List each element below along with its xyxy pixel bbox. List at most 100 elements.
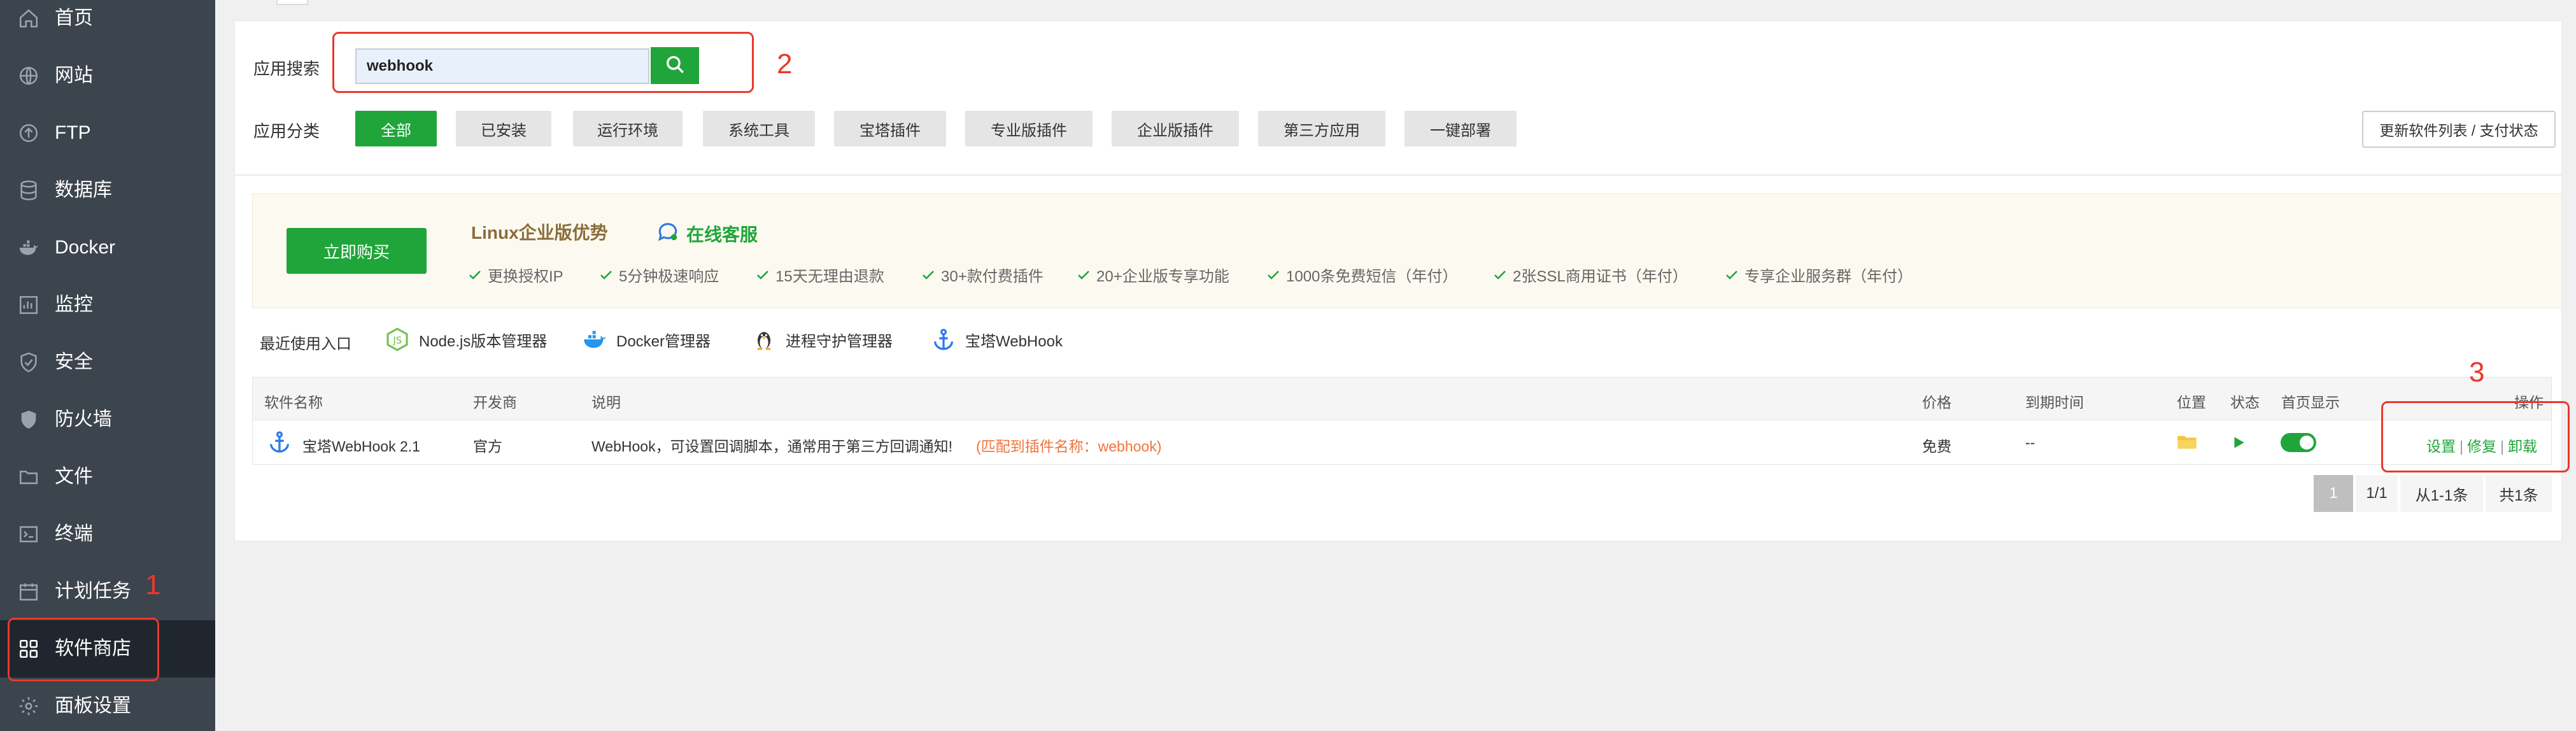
category-pro-plugins[interactable]: 专业版插件 xyxy=(965,111,1093,146)
sidebar-item-firewall[interactable]: 防火墙 xyxy=(0,391,215,448)
header-description: 说明 xyxy=(591,394,621,411)
category-third-party[interactable]: 第三方应用 xyxy=(1258,111,1385,146)
tab-stub xyxy=(276,0,308,5)
svg-text:JS: JS xyxy=(392,335,402,346)
sidebar-item-label: 防火墙 xyxy=(55,409,112,430)
sidebar-item-label: 终端 xyxy=(55,523,93,544)
sidebar-item-label: 计划任务 xyxy=(55,581,131,602)
anchor-icon xyxy=(267,429,292,458)
feature-item: 20+企业版专享功能 xyxy=(1076,264,1229,286)
page-current[interactable]: 1 xyxy=(2314,475,2353,512)
table-header: 软件名称 开发商 说明 价格 到期时间 位置 状态 首页显示 操作 xyxy=(252,377,2552,420)
online-service-link[interactable]: 在线客服 xyxy=(656,219,758,248)
check-icon xyxy=(923,270,934,280)
sidebar-item-label: 网站 xyxy=(55,65,93,86)
recent-label: 最近使用入口 xyxy=(260,336,351,353)
category-bt-plugins[interactable]: 宝塔插件 xyxy=(834,111,946,146)
sidebar-item-home[interactable]: 首页 xyxy=(0,0,215,47)
annotation-number-2: 2 xyxy=(777,48,793,80)
docker-icon xyxy=(584,330,606,348)
recent-item-nodejs[interactable]: JS Node.js版本管理器 xyxy=(385,326,547,353)
check-icon xyxy=(1494,270,1506,280)
penguin-icon xyxy=(758,332,770,350)
sidebar-item-label: 面板设置 xyxy=(55,695,131,716)
top-strip xyxy=(215,0,2576,11)
homepage-display-toggle[interactable] xyxy=(2281,433,2316,452)
feature-label: 30+款付费插件 xyxy=(941,268,1044,285)
sidebar-item-website[interactable]: 网站 xyxy=(0,47,215,104)
buy-now-button[interactable]: 立即购买 xyxy=(287,228,427,274)
feature-label: 2张SSL商用证书（年付） xyxy=(1513,268,1688,285)
recent-item-docker[interactable]: Docker管理器 xyxy=(582,326,711,353)
table-row: 宝塔WebHook 2.1 官方 WebHook，可设置回调脚本，通常用于第三方… xyxy=(252,420,2552,465)
plugin-expire: -- xyxy=(2025,434,2035,451)
page-count: 1/1 xyxy=(2356,475,2398,512)
header-expire: 到期时间 xyxy=(2025,394,2084,411)
update-software-list-button[interactable]: 更新软件列表 / 支付状态 xyxy=(2362,111,2556,148)
feature-item: 更换授权IP xyxy=(467,264,563,286)
feature-label: 20+企业版专享功能 xyxy=(1096,268,1229,285)
sidebar-item-cron[interactable]: 计划任务 xyxy=(0,563,215,620)
sidebar-item-panel-settings[interactable]: 面板设置 xyxy=(0,678,215,731)
category-enterprise-plugins[interactable]: 企业版插件 xyxy=(1112,111,1239,146)
folder-icon xyxy=(18,466,39,488)
nodejs-icon: JS xyxy=(386,327,408,351)
recent-item-label: Node.js版本管理器 xyxy=(419,332,548,350)
feature-item: 专享企业服务群（年付） xyxy=(1724,264,1913,286)
category-runtime[interactable]: 运行环境 xyxy=(573,111,683,146)
sidebar-item-label: 数据库 xyxy=(55,180,112,201)
plugin-price: 免费 xyxy=(1922,438,1951,455)
feature-label: 专享企业服务群（年付） xyxy=(1744,268,1913,285)
annotation-number-3: 3 xyxy=(2469,357,2485,388)
annotation-box-1 xyxy=(8,618,159,681)
feature-label: 更换授权IP xyxy=(488,268,563,285)
header-homepage: 首页显示 xyxy=(2281,394,2340,411)
calendar-icon xyxy=(18,581,39,602)
check-icon xyxy=(1078,270,1089,280)
category-one-click-deploy[interactable]: 一键部署 xyxy=(1405,111,1517,146)
home-icon xyxy=(18,8,39,29)
category-system-tools[interactable]: 系统工具 xyxy=(703,111,815,146)
category-all[interactable]: 全部 xyxy=(355,111,437,146)
feature-label: 5分钟极速响应 xyxy=(619,268,719,285)
check-icon xyxy=(757,270,768,280)
sidebar-item-label: 文件 xyxy=(55,466,93,487)
online-service-label: 在线客服 xyxy=(686,224,758,245)
category-installed[interactable]: 已安装 xyxy=(456,111,551,146)
shield-icon xyxy=(18,351,39,373)
sidebar-item-monitor[interactable]: 监控 xyxy=(0,276,215,334)
sidebar-item-security[interactable]: 安全 xyxy=(0,334,215,391)
recent-item-label: Docker管理器 xyxy=(616,332,711,350)
gear-icon xyxy=(18,695,39,717)
check-icon xyxy=(469,270,481,280)
enterprise-banner xyxy=(252,194,2562,308)
header-name: 软件名称 xyxy=(264,394,323,411)
play-icon[interactable] xyxy=(2230,434,2247,454)
header-status: 状态 xyxy=(2230,394,2260,411)
feature-label: 15天无理由退款 xyxy=(775,268,884,285)
header-price: 价格 xyxy=(1922,394,1951,411)
sidebar-item-database[interactable]: 数据库 xyxy=(0,162,215,219)
divider xyxy=(234,174,2562,176)
toggle-knob xyxy=(2300,436,2314,450)
docker-icon xyxy=(18,237,39,259)
sidebar-item-label: Docker xyxy=(55,237,116,258)
feature-item: 2张SSL商用证书（年付） xyxy=(1492,264,1688,286)
plugin-name: 宝塔WebHook 2.1 xyxy=(302,438,420,455)
sidebar-item-docker[interactable]: Docker xyxy=(0,219,215,276)
sidebar-item-label: 安全 xyxy=(55,351,93,373)
terminal-icon xyxy=(18,523,39,545)
page-range: 从1-1条 xyxy=(2400,475,2483,512)
feature-item: 15天无理由退款 xyxy=(755,264,884,286)
banner-title: Linux企业版优势 xyxy=(471,223,608,243)
sidebar-item-ftp[interactable]: FTP xyxy=(0,104,215,162)
page-total: 共1条 xyxy=(2486,475,2552,512)
recent-item-process-guard[interactable]: 进程守护管理器 xyxy=(751,326,893,353)
plugin-developer: 官方 xyxy=(473,438,502,455)
sidebar-item-files[interactable]: 文件 xyxy=(0,448,215,506)
recent-item-webhook[interactable]: 宝塔WebHook xyxy=(931,326,1063,353)
check-icon xyxy=(600,270,612,280)
chat-bubble-icon xyxy=(656,219,686,248)
sidebar-item-terminal[interactable]: 终端 xyxy=(0,506,215,563)
folder-icon[interactable] xyxy=(2177,433,2197,454)
